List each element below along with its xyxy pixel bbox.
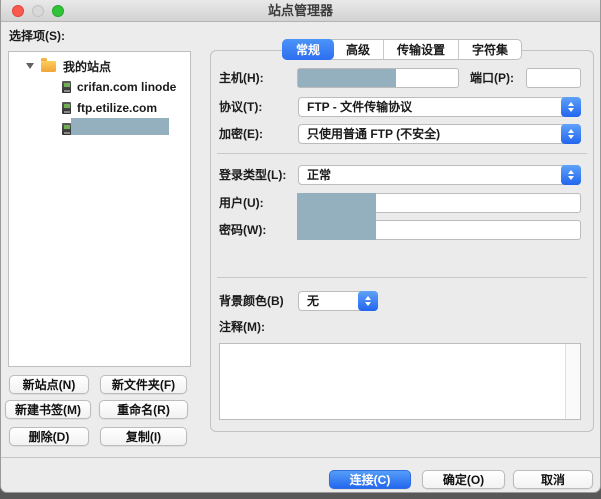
background-color-value: 无 — [307, 294, 320, 308]
cancel-button[interactable]: 取消 — [513, 470, 593, 489]
password-label: 密码(W): — [219, 223, 267, 237]
background-color-label: 背景颜色(B) — [219, 294, 284, 308]
new-folder-button[interactable]: 新文件夹(F) — [100, 375, 187, 394]
tree-item-my-sites[interactable]: 我的站点 — [9, 56, 111, 76]
dropdown-stepper-icon — [561, 97, 581, 117]
tree-item-label: 我的站点 — [63, 59, 112, 74]
titlebar: 站点管理器 — [1, 0, 600, 22]
host-label: 主机(H): — [219, 71, 264, 85]
logon-type-select[interactable]: 正常 — [298, 165, 581, 185]
disclosure-triangle-icon[interactable] — [26, 63, 34, 69]
encryption-label: 加密(E): — [219, 127, 263, 141]
tree-item-label: ftp.etilize.com — [77, 101, 158, 115]
credentials-redaction — [297, 193, 376, 240]
new-site-button[interactable]: 新站点(N) — [9, 375, 89, 394]
tab-advanced[interactable]: 高级 — [333, 40, 383, 59]
connect-button[interactable]: 连接(C) — [329, 470, 411, 489]
protocol-select[interactable]: FTP - 文件传输协议 — [298, 97, 581, 117]
tab-transfer-settings[interactable]: 传输设置 — [383, 40, 458, 59]
logon-type-label: 登录类型(L): — [219, 168, 287, 182]
separator — [217, 277, 587, 278]
comments-textarea[interactable] — [219, 343, 581, 420]
duplicate-button[interactable]: 复制(I) — [100, 427, 187, 446]
background-color-select[interactable]: 无 — [298, 291, 378, 311]
comments-label: 注释(M): — [219, 320, 265, 334]
encryption-value: 只使用普通 FTP (不安全) — [307, 127, 441, 141]
server-icon — [62, 123, 71, 135]
dropdown-stepper-icon — [561, 165, 581, 185]
window-title: 站点管理器 — [267, 3, 333, 18]
server-icon — [62, 102, 71, 114]
tab-general[interactable]: 常规 — [281, 39, 334, 60]
scrollbar-track[interactable] — [565, 344, 580, 419]
footer-separator — [1, 457, 600, 458]
ok-button[interactable]: 确定(O) — [422, 470, 505, 489]
select-entry-label: 选择项(S): — [9, 29, 65, 43]
tab-bar: 常规 高级 传输设置 字符集 — [210, 39, 594, 60]
encryption-select[interactable]: 只使用普通 FTP (不安全) — [298, 124, 581, 144]
new-bookmark-button[interactable]: 新建书签(M) — [5, 400, 91, 419]
selected-site-redaction — [71, 118, 169, 135]
user-label: 用户(U): — [219, 196, 264, 210]
port-input[interactable] — [526, 68, 581, 88]
site-manager-window: 站点管理器 选择项(S): 我的站点 crifan.com linode ftp… — [0, 0, 601, 493]
separator — [217, 153, 587, 154]
host-redaction — [298, 69, 396, 87]
tree-item-selected-site[interactable] — [9, 119, 71, 139]
tab-charset[interactable]: 字符集 — [458, 40, 521, 59]
site-tree: 我的站点 crifan.com linode ftp.etilize.com — [8, 51, 191, 367]
tree-item-label: crifan.com linode — [77, 80, 177, 94]
rename-button[interactable]: 重命名(R) — [99, 400, 188, 419]
tree-item-crifan[interactable]: crifan.com linode — [9, 77, 176, 97]
dropdown-stepper-icon — [358, 291, 378, 311]
protocol-label: 协议(T): — [219, 100, 263, 114]
folder-icon — [41, 58, 56, 72]
logon-type-value: 正常 — [307, 168, 332, 182]
protocol-value: FTP - 文件传输协议 — [307, 100, 413, 114]
tree-item-ftp-etilize[interactable]: ftp.etilize.com — [9, 98, 157, 118]
port-label: 端口(P): — [470, 71, 514, 85]
dropdown-stepper-icon — [561, 124, 581, 144]
server-icon — [62, 81, 71, 93]
delete-button[interactable]: 删除(D) — [9, 427, 89, 446]
